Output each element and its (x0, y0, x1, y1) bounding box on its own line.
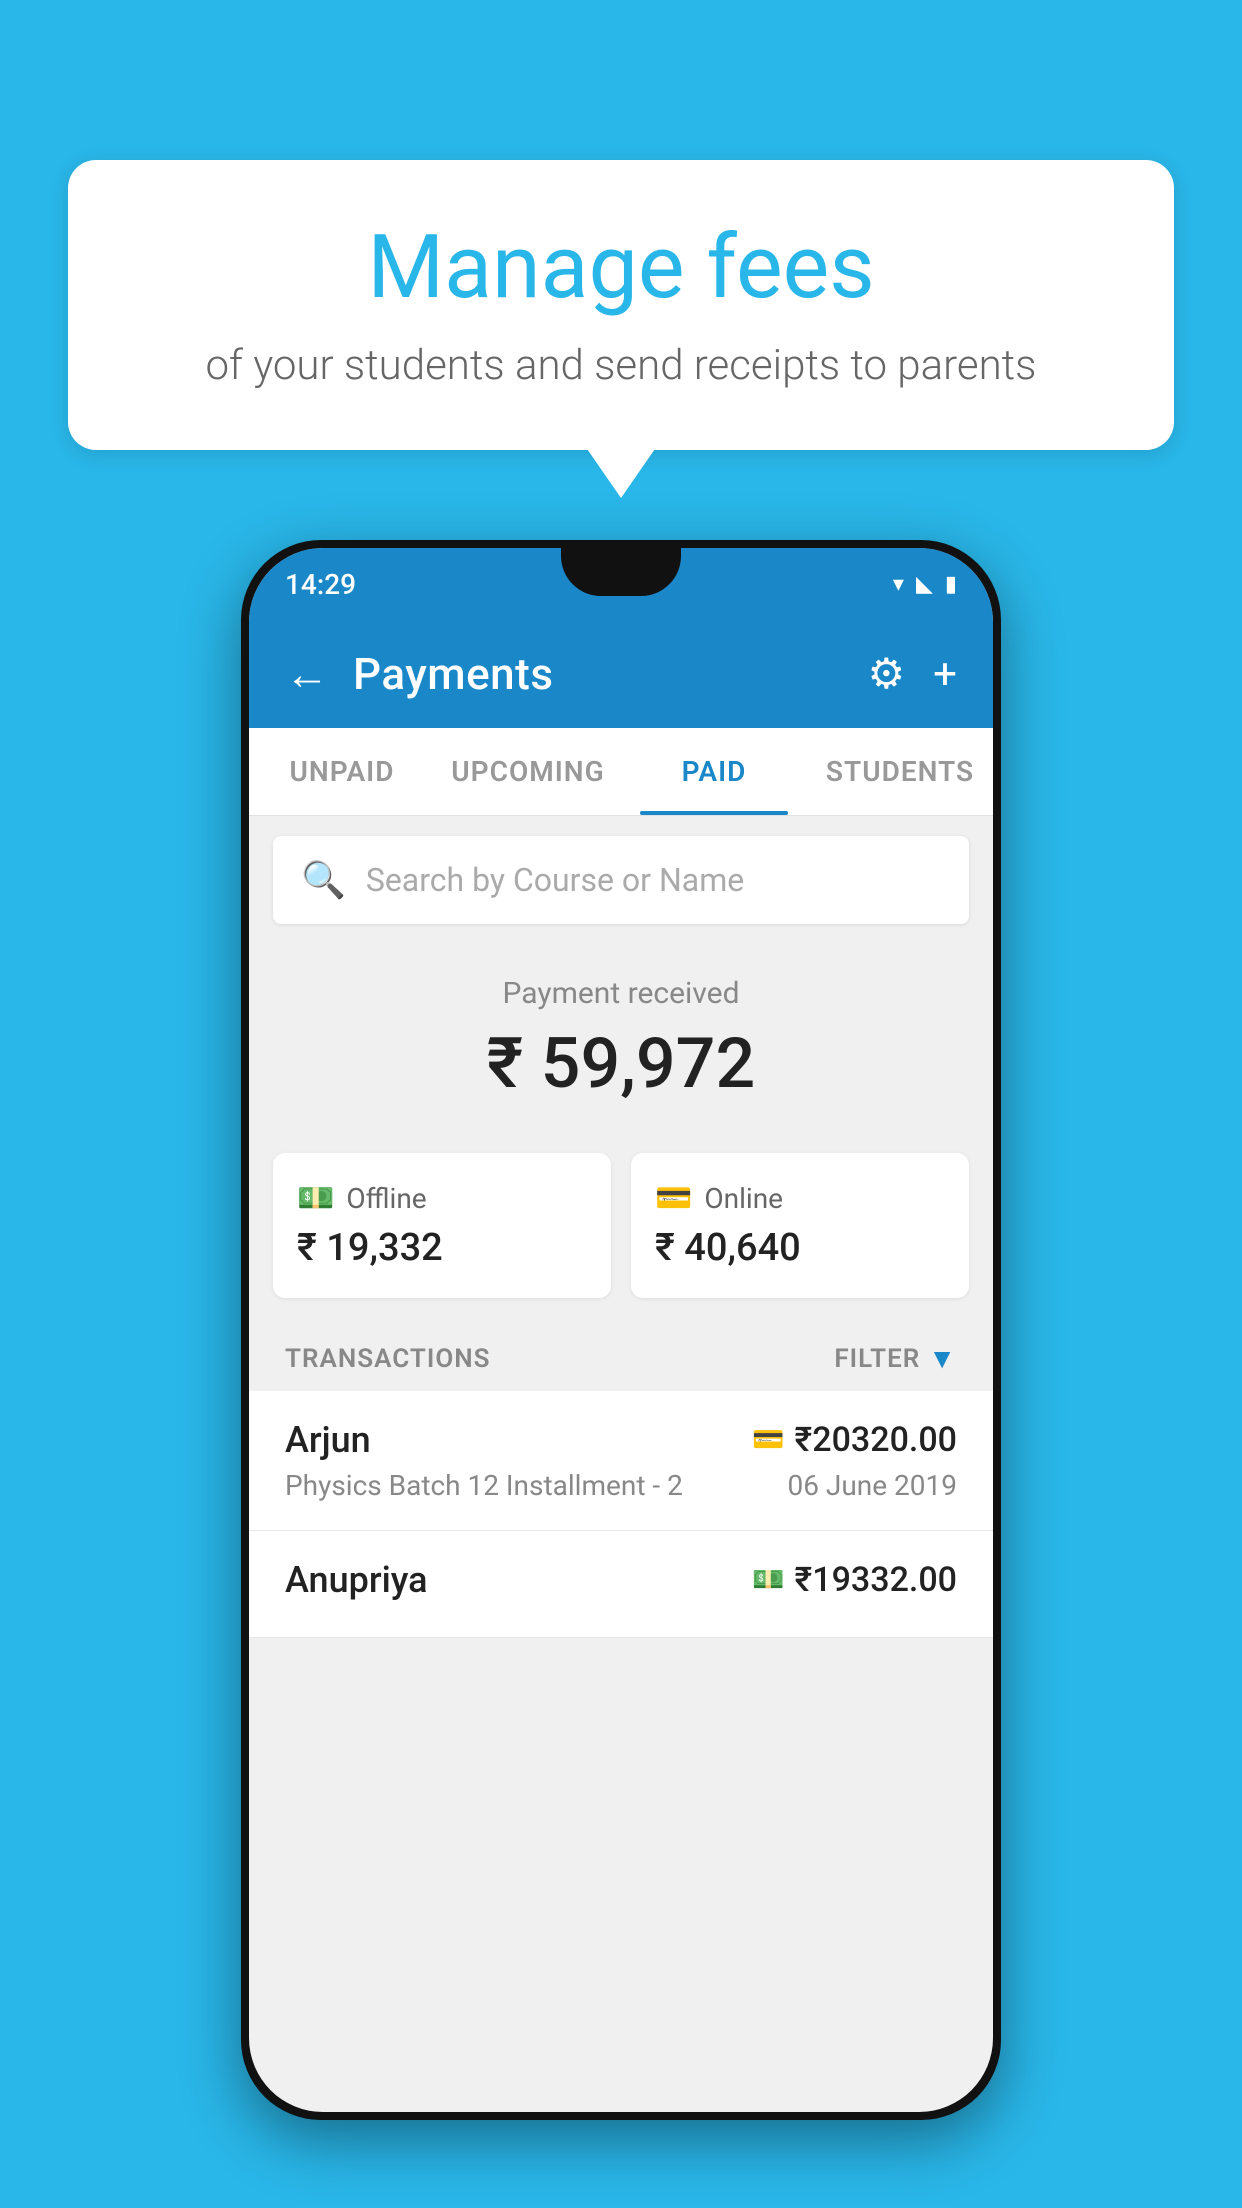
add-button[interactable]: + (933, 650, 957, 699)
settings-button[interactable]: ⚙ (868, 649, 906, 699)
payment-received-label: Payment received (273, 976, 969, 1011)
transactions-header: TRANSACTIONS FILTER ▼ (249, 1326, 993, 1391)
tab-unpaid[interactable]: UNPAID (249, 728, 435, 815)
cash-payment-icon: 💵 (752, 1565, 784, 1595)
tabs-bar: UNPAID UPCOMING PAID STUDENTS (249, 728, 993, 816)
phone-screen: 14:29 ▾ ◣ ▮ ← Payments ⚙ + UNPAID UPCOMI… (249, 548, 993, 2112)
online-amount: ₹ 40,640 (655, 1226, 945, 1270)
offline-card: 💵 Offline ₹ 19,332 (273, 1153, 611, 1298)
offline-label: Offline (346, 1182, 426, 1215)
cash-icon: 💵 (297, 1181, 334, 1216)
filter-label: FILTER (834, 1344, 920, 1374)
filter-icon: ▼ (928, 1342, 957, 1375)
transaction-desc: Physics Batch 12 Installment - 2 (285, 1469, 683, 1502)
payment-cards: 💵 Offline ₹ 19,332 💳 Online ₹ 40,640 (273, 1153, 969, 1298)
tab-students[interactable]: STUDENTS (807, 728, 993, 815)
wifi-icon: ▾ (893, 572, 904, 597)
transaction-amount-2: ₹19332.00 (795, 1560, 957, 1600)
signal-icon: ◣ (916, 572, 933, 597)
transaction-item[interactable]: Arjun 💳 ₹20320.00 Physics Batch 12 Insta… (249, 1391, 993, 1531)
transaction-name: Arjun (285, 1419, 371, 1461)
phone-mockup: 14:29 ▾ ◣ ▮ ← Payments ⚙ + UNPAID UPCOMI… (241, 540, 1001, 2120)
transaction-row-top-2: Anupriya 💵 ₹19332.00 (285, 1559, 957, 1601)
bubble-subtitle: of your students and send receipts to pa… (118, 341, 1124, 390)
search-bar[interactable]: 🔍 Search by Course or Name (273, 836, 969, 924)
transactions-label: TRANSACTIONS (285, 1344, 491, 1374)
speech-bubble: Manage fees of your students and send re… (68, 160, 1174, 450)
transaction-name-2: Anupriya (285, 1559, 428, 1601)
transaction-amount-row: 💳 ₹20320.00 (752, 1420, 957, 1460)
card-icon: 💳 (655, 1181, 692, 1216)
tab-upcoming[interactable]: UPCOMING (435, 728, 621, 815)
content-area: 🔍 Search by Course or Name Payment recei… (249, 816, 993, 1638)
transaction-amount-row-2: 💵 ₹19332.00 (752, 1560, 957, 1600)
back-button[interactable]: ← (285, 648, 329, 700)
app-bar-title: Payments (353, 648, 844, 700)
payment-summary: Payment received ₹ 59,972 (249, 944, 993, 1153)
battery-icon: ▮ (945, 572, 957, 597)
card-payment-icon: 💳 (752, 1425, 784, 1455)
tab-paid[interactable]: PAID (621, 728, 807, 815)
transaction-amount: ₹20320.00 (795, 1420, 957, 1460)
offline-card-header: 💵 Offline (297, 1181, 587, 1216)
status-bar: 14:29 ▾ ◣ ▮ (249, 548, 993, 620)
status-time: 14:29 (285, 568, 356, 601)
transaction-row-bottom: Physics Batch 12 Installment - 2 06 June… (285, 1469, 957, 1502)
app-bar: ← Payments ⚙ + (249, 620, 993, 728)
transaction-date: 06 June 2019 (787, 1469, 957, 1502)
app-bar-actions: ⚙ + (868, 649, 958, 699)
online-card-header: 💳 Online (655, 1181, 945, 1216)
filter-button[interactable]: FILTER ▼ (834, 1342, 957, 1375)
search-input[interactable]: Search by Course or Name (366, 861, 744, 899)
transaction-row-top: Arjun 💳 ₹20320.00 (285, 1419, 957, 1461)
bubble-title: Manage fees (118, 220, 1124, 317)
total-amount: ₹ 59,972 (273, 1023, 969, 1105)
transaction-item[interactable]: Anupriya 💵 ₹19332.00 (249, 1531, 993, 1638)
online-label: Online (704, 1182, 783, 1215)
offline-amount: ₹ 19,332 (297, 1226, 587, 1270)
online-card: 💳 Online ₹ 40,640 (631, 1153, 969, 1298)
status-icons: ▾ ◣ ▮ (893, 572, 957, 597)
search-icon: 🔍 (301, 859, 346, 901)
